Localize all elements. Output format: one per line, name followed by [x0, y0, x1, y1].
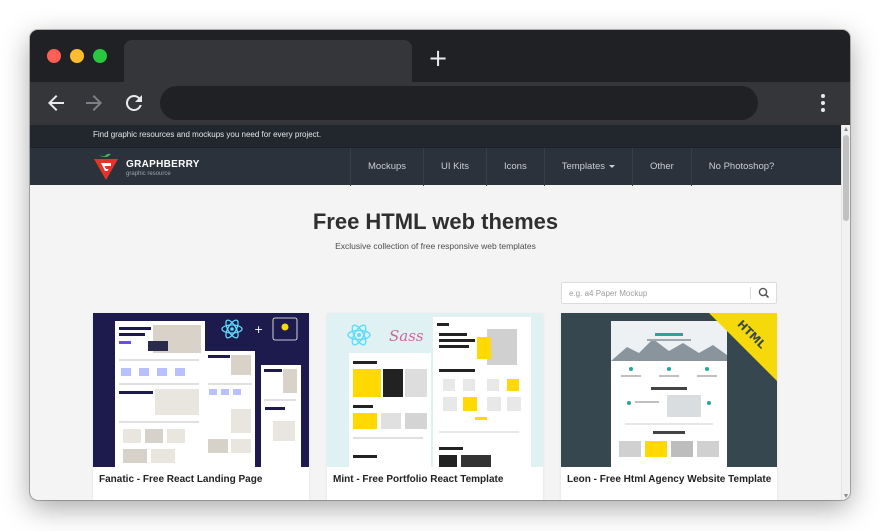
nav-label: UI Kits [441, 161, 469, 172]
search-divider [750, 287, 751, 299]
nav-link-ui-kits[interactable]: UI Kits [423, 148, 486, 186]
card-title[interactable]: Fanatic - Free React Landing Page [99, 474, 262, 485]
scroll-down-icon[interactable] [844, 494, 848, 498]
site-topbar: Find graphic resources and mockups you n… [30, 125, 841, 147]
logo-name: GRAPHBERRY [126, 159, 200, 170]
nav-label: No Photoshop? [708, 161, 775, 172]
main-nav: Mockups UI Kits Icons Templates Other No… [350, 148, 791, 186]
nav-link-icons[interactable]: Icons [486, 148, 544, 186]
svg-text:+: + [254, 323, 263, 336]
template-card-fanatic[interactable]: + Fanatic - Free React Landing Page [93, 313, 309, 500]
nav-link-mockups[interactable]: Mockups [350, 148, 423, 186]
new-tab-icon[interactable]: + [428, 46, 448, 70]
nav-label: Templates [561, 161, 606, 172]
kebab-menu-icon[interactable] [814, 92, 832, 114]
page-viewport: Find graphic resources and mockups you n… [30, 125, 850, 500]
page-title: Free HTML web themes [312, 209, 559, 234]
maximize-window-button[interactable] [93, 49, 107, 63]
logo-tagline: graphic resource [126, 171, 171, 177]
address-bar[interactable] [160, 86, 758, 120]
caret-down-icon [609, 164, 616, 168]
forward-arrow-icon[interactable] [82, 91, 106, 115]
nav-link-other[interactable]: Other [632, 148, 691, 186]
close-window-button[interactable] [47, 49, 61, 63]
nav-label: Mockups [368, 161, 407, 172]
mint-preview-image: Sass [327, 313, 543, 467]
card-thumbnail[interactable]: + [93, 313, 309, 467]
card-thumbnail[interactable]: HTML [561, 313, 777, 467]
search-box [561, 282, 777, 304]
template-card-mint[interactable]: Sass Mint - Free Portfolio React Templat… [327, 313, 543, 500]
card-thumbnail[interactable]: Sass [327, 313, 543, 467]
topbar-text: Find graphic resources and mockups you n… [93, 130, 322, 139]
template-card-leon[interactable]: HTML Leon - Free Html Agency Website Tem… [561, 313, 777, 500]
reload-icon[interactable] [122, 91, 146, 115]
back-arrow-icon[interactable] [44, 91, 68, 115]
nav-label: Icons [504, 161, 527, 172]
browser-window: + Find graphic resources and mockups you… [30, 30, 850, 500]
nav-label: Other [650, 161, 674, 172]
leon-preview-image: HTML [561, 313, 777, 467]
card-title[interactable]: Mint - Free Portfolio React Template [333, 474, 503, 485]
active-tab[interactable] [124, 40, 412, 82]
graphberry-logo-icon [94, 153, 118, 180]
scroll-up-icon[interactable] [844, 127, 848, 131]
nav-link-templates[interactable]: Templates [543, 148, 632, 186]
search-input[interactable] [562, 283, 750, 303]
tab-strip: + [30, 30, 850, 82]
page-scrollbar[interactable] [841, 125, 850, 500]
search-icon[interactable] [752, 283, 776, 303]
site-logo[interactable]: GRAPHBERRY graphic resource [93, 153, 213, 181]
scroll-thumb[interactable] [843, 135, 849, 221]
fanatic-preview-image: + [93, 313, 309, 467]
nav-link-no-photoshop[interactable]: No Photoshop? [690, 148, 792, 186]
page-subtitle: Exclusive collection of free responsive … [335, 241, 536, 251]
site-navbar: GRAPHBERRY graphic resource Mockups UI K… [30, 147, 841, 186]
browser-toolbar [30, 82, 850, 125]
sass-logo-text: Sass [389, 327, 424, 345]
minimize-window-button[interactable] [70, 49, 84, 63]
card-title[interactable]: Leon - Free Html Agency Website Template [567, 474, 771, 485]
